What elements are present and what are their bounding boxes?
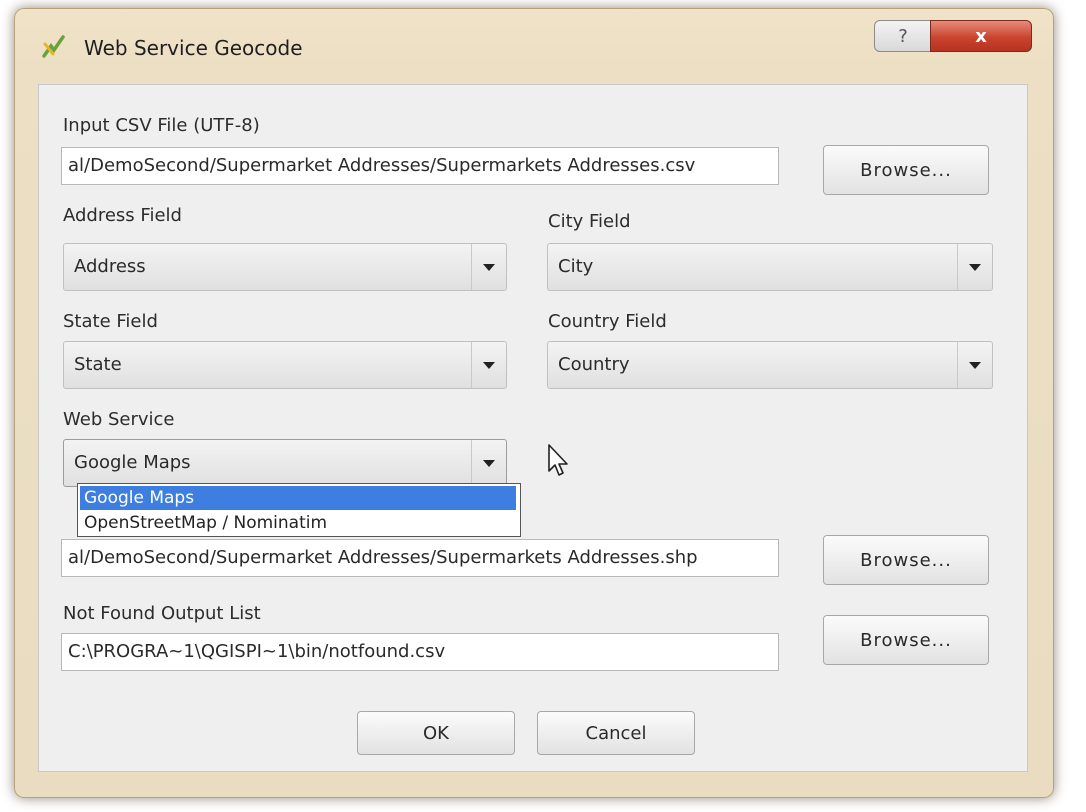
input-csv-field[interactable]: al/DemoSecond/Supermarket Addresses/Supe… bbox=[61, 147, 779, 185]
chevron-down-icon[interactable] bbox=[957, 244, 992, 290]
dialog-body: Input CSV File (UTF-8) al/DemoSecond/Sup… bbox=[38, 84, 1028, 772]
dialog-window: Web Service Geocode ? x Input CSV File (… bbox=[14, 8, 1054, 798]
address-field-value: Address bbox=[74, 256, 146, 277]
web-service-label: Web Service bbox=[63, 409, 175, 430]
cancel-button[interactable]: Cancel bbox=[537, 711, 695, 755]
not-found-browse-button[interactable]: Browse... bbox=[823, 615, 989, 665]
input-csv-browse-button[interactable]: Browse... bbox=[823, 145, 989, 195]
input-csv-label: Input CSV File (UTF-8) bbox=[63, 115, 260, 136]
city-field-value: City bbox=[558, 256, 594, 277]
close-button[interactable]: x bbox=[930, 20, 1032, 52]
dropdown-option-openstreetmap[interactable]: OpenStreetMap / Nominatim bbox=[80, 511, 516, 535]
web-service-value: Google Maps bbox=[74, 452, 191, 473]
chevron-down-icon[interactable] bbox=[471, 440, 506, 486]
state-field-combo[interactable]: State bbox=[63, 341, 507, 389]
dropdown-option-google-maps[interactable]: Google Maps bbox=[80, 486, 516, 510]
window-title: Web Service Geocode bbox=[84, 36, 303, 60]
address-field-combo[interactable]: Address bbox=[63, 243, 507, 291]
title-bar[interactable]: Web Service Geocode ? x bbox=[14, 8, 1054, 78]
output-shapefile-browse-button[interactable]: Browse... bbox=[823, 535, 989, 585]
mouse-cursor-icon bbox=[548, 444, 568, 476]
output-shapefile-field[interactable]: al/DemoSecond/Supermarket Addresses/Supe… bbox=[61, 539, 779, 577]
state-field-value: State bbox=[74, 354, 122, 375]
ok-button[interactable]: OK bbox=[357, 711, 515, 755]
state-field-label: State Field bbox=[63, 311, 158, 332]
not-found-label: Not Found Output List bbox=[63, 603, 261, 624]
chevron-down-icon[interactable] bbox=[471, 342, 506, 388]
web-service-combo[interactable]: Google Maps bbox=[63, 439, 507, 487]
country-field-value: Country bbox=[558, 354, 630, 375]
country-field-combo[interactable]: Country bbox=[547, 341, 993, 389]
chevron-down-icon[interactable] bbox=[471, 244, 506, 290]
not-found-field[interactable]: C:\PROGRA~1\QGISPI~1\bin/notfound.csv bbox=[61, 633, 779, 671]
city-field-combo[interactable]: City bbox=[547, 243, 993, 291]
qgis-icon bbox=[42, 35, 65, 58]
close-icon: x bbox=[975, 25, 987, 47]
help-icon: ? bbox=[898, 25, 908, 47]
country-field-label: Country Field bbox=[548, 311, 667, 332]
address-field-label: Address Field bbox=[63, 205, 182, 226]
city-field-label: City Field bbox=[548, 211, 631, 232]
web-service-dropdown-list: Google Maps OpenStreetMap / Nominatim bbox=[77, 483, 521, 537]
chevron-down-icon[interactable] bbox=[957, 342, 992, 388]
help-button[interactable]: ? bbox=[874, 20, 932, 52]
